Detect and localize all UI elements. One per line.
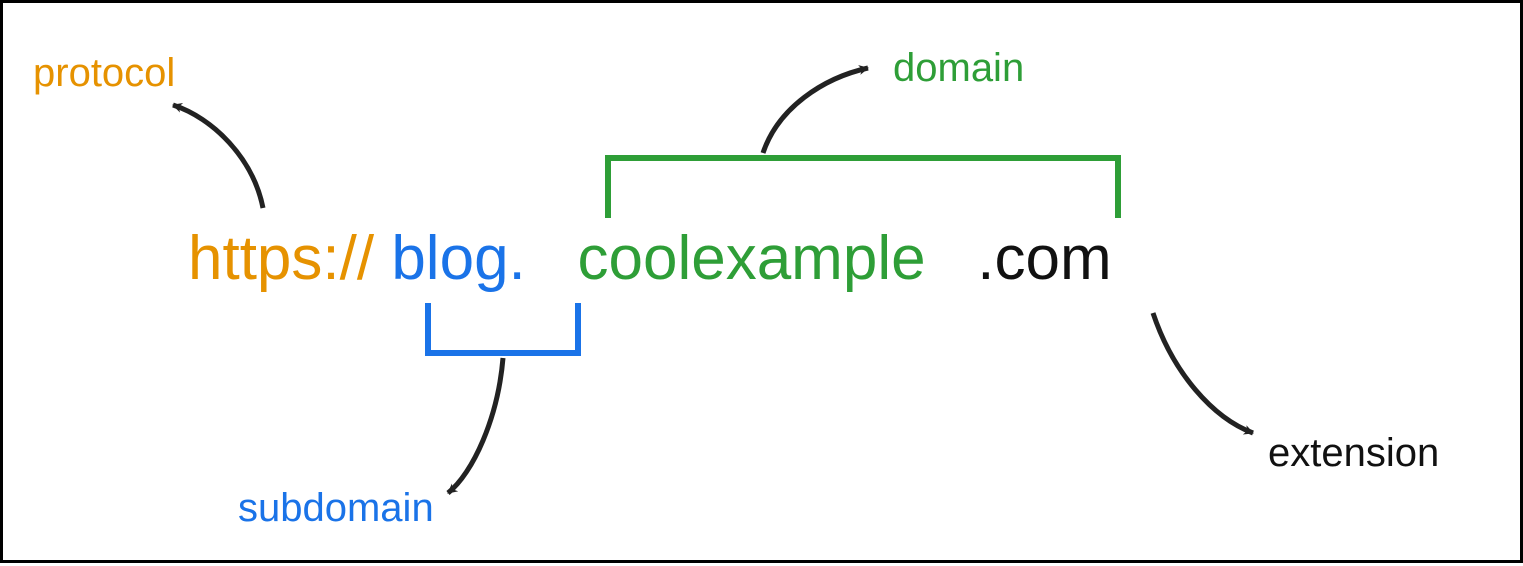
protocol-arrow	[173, 105, 263, 208]
url-subdomain-part: blog.	[391, 224, 525, 293]
extension-label: extension	[1268, 433, 1439, 473]
url-anatomy-diagram: https:// blog. coolexample .com protocol…	[0, 0, 1523, 563]
url-extension-part: .com	[977, 224, 1111, 293]
subdomain-arrow	[448, 358, 503, 493]
extension-arrow	[1153, 313, 1253, 433]
domain-arrow	[763, 68, 868, 153]
url-domain-part: coolexample	[577, 224, 925, 293]
subdomain-bracket	[428, 303, 578, 353]
url-string: https:// blog. coolexample .com	[188, 223, 1112, 294]
protocol-label: protocol	[33, 53, 175, 93]
subdomain-label: subdomain	[238, 488, 434, 528]
domain-label: domain	[893, 48, 1024, 88]
domain-bracket	[608, 158, 1118, 218]
url-protocol-part: https://	[188, 224, 374, 293]
